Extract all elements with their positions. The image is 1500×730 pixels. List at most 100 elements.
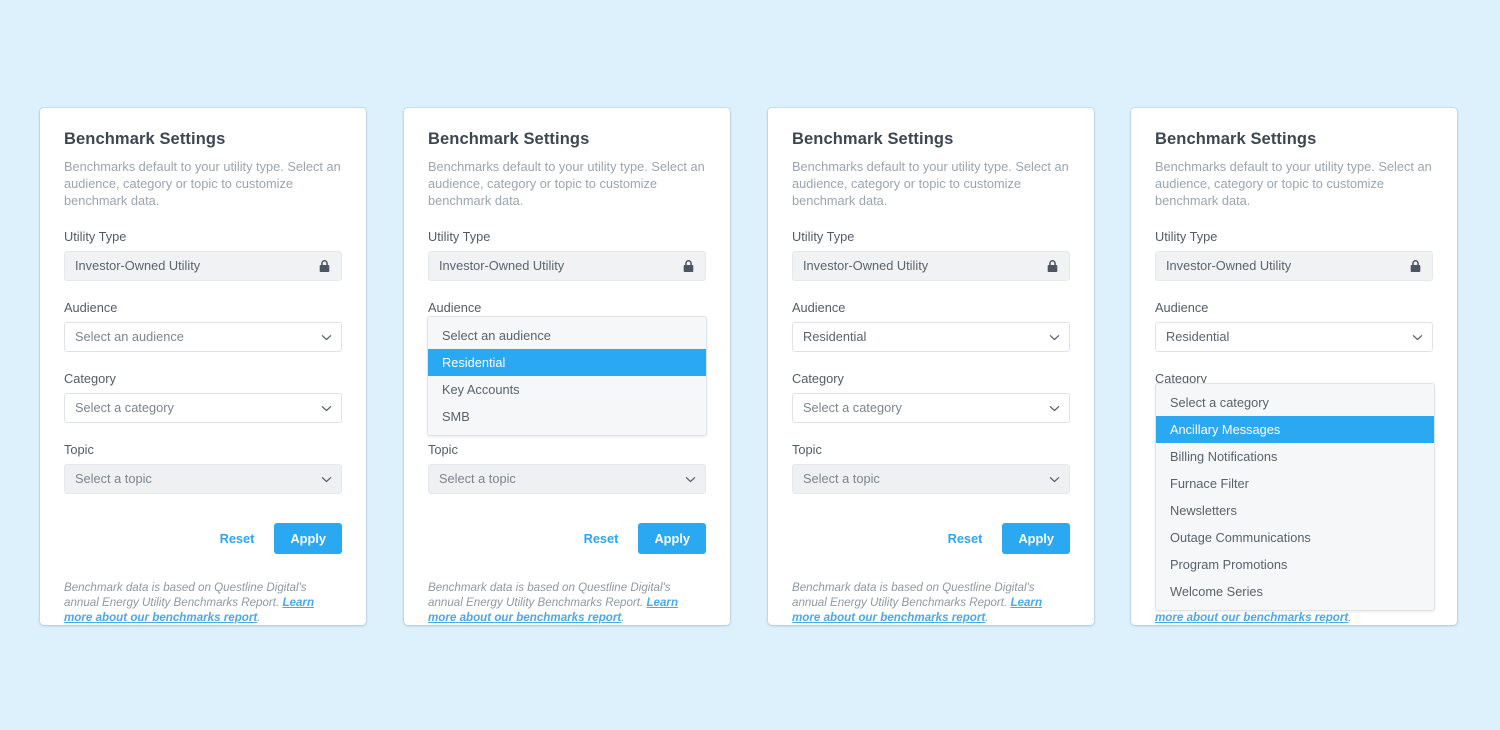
category-value: Select a category bbox=[75, 400, 174, 416]
footnote-text-before: Benchmark data is based on Questline Dig… bbox=[428, 580, 671, 610]
category-option[interactable]: Furnace Filter bbox=[1156, 470, 1434, 497]
footnote-text-after: . bbox=[257, 611, 261, 625]
field-topic: Topic Select a topic bbox=[792, 442, 1070, 494]
audience-value: Residential bbox=[803, 329, 867, 345]
topic-value: Select a topic bbox=[75, 471, 152, 487]
audience-select[interactable]: Residential bbox=[1155, 321, 1433, 352]
label-audience: Audience bbox=[792, 299, 846, 315]
category-select[interactable]: Select a category bbox=[64, 392, 342, 423]
chevron-down-icon bbox=[1049, 403, 1060, 414]
chevron-down-icon bbox=[685, 474, 696, 485]
field-topic: Topic Select a topic bbox=[64, 442, 342, 494]
chevron-down-icon bbox=[321, 403, 332, 414]
audience-select[interactable]: Select an audience bbox=[64, 321, 342, 352]
lock-icon bbox=[1409, 259, 1422, 276]
utility-type-value: Investor-Owned Utility bbox=[1166, 258, 1292, 274]
label-category: Category bbox=[792, 370, 844, 386]
chevron-down-icon bbox=[1049, 474, 1060, 485]
field-category: Category Select a category bbox=[792, 371, 1070, 423]
benchmark-settings-panel-1: Benchmark Settings Benchmarks default to… bbox=[40, 108, 366, 625]
audience-option[interactable]: Select an audience bbox=[428, 322, 706, 349]
screen: Benchmark Settings Benchmarks default to… bbox=[0, 0, 1500, 730]
category-option[interactable]: Program Promotions bbox=[1156, 551, 1434, 578]
panel-actions: Reset Apply bbox=[428, 522, 706, 554]
apply-button[interactable]: Apply bbox=[274, 522, 342, 554]
footnote-text-after: . bbox=[1348, 611, 1352, 625]
category-option[interactable]: Newsletters bbox=[1156, 497, 1434, 524]
audience-value: Residential bbox=[1166, 329, 1230, 345]
chevron-down-icon bbox=[321, 332, 332, 343]
footnote-text-before: Benchmark data is based on Questline Dig… bbox=[64, 580, 307, 610]
utility-type-field: Investor-Owned Utility bbox=[64, 250, 342, 281]
audience-option[interactable]: Key Accounts bbox=[428, 376, 706, 403]
lock-icon bbox=[1046, 259, 1059, 276]
field-utility-type: Utility Type Investor-Owned Utility bbox=[792, 229, 1070, 281]
category-select[interactable]: Select a category bbox=[792, 392, 1070, 423]
lock-icon bbox=[682, 259, 695, 276]
utility-type-field: Investor-Owned Utility bbox=[1155, 250, 1433, 281]
utility-type-field: Investor-Owned Utility bbox=[428, 250, 706, 281]
utility-type-value: Investor-Owned Utility bbox=[803, 258, 929, 274]
label-topic: Topic bbox=[64, 441, 94, 457]
label-topic: Topic bbox=[428, 441, 458, 457]
chevron-down-icon bbox=[321, 474, 332, 485]
chevron-down-icon bbox=[1412, 332, 1423, 343]
topic-select[interactable]: Select a topic bbox=[792, 463, 1070, 494]
reset-button[interactable]: Reset bbox=[580, 525, 623, 552]
category-option[interactable]: Billing Notifications bbox=[1156, 443, 1434, 470]
audience-option-selected[interactable]: Residential bbox=[428, 349, 706, 376]
category-option[interactable]: Outage Communications bbox=[1156, 524, 1434, 551]
reset-button[interactable]: Reset bbox=[944, 525, 987, 552]
label-category: Category bbox=[64, 370, 116, 386]
category-option[interactable]: Select a category bbox=[1156, 389, 1434, 416]
panel-actions: Reset Apply bbox=[792, 522, 1070, 554]
topic-select[interactable]: Select a topic bbox=[64, 463, 342, 494]
label-audience: Audience bbox=[428, 299, 482, 315]
field-audience: Audience Select an audience bbox=[64, 300, 342, 352]
panel-description: Benchmarks default to your utility type.… bbox=[1155, 159, 1432, 209]
footnote-text-after: . bbox=[621, 611, 625, 625]
lock-icon bbox=[318, 259, 331, 276]
category-option[interactable]: Welcome Series bbox=[1156, 578, 1434, 605]
footnote: Benchmark data is based on Questline Dig… bbox=[428, 580, 706, 626]
audience-dropdown-list[interactable]: Select an audience Residential Key Accou… bbox=[427, 316, 707, 436]
topic-value: Select a topic bbox=[439, 471, 516, 487]
panel-actions: Reset Apply bbox=[64, 522, 342, 554]
label-topic: Topic bbox=[792, 441, 822, 457]
apply-button[interactable]: Apply bbox=[638, 522, 706, 554]
field-utility-type: Utility Type Investor-Owned Utility bbox=[64, 229, 342, 281]
footnote-text-after: . bbox=[985, 611, 989, 625]
page-title: Benchmark Settings bbox=[64, 130, 226, 148]
category-value: Select a category bbox=[803, 400, 902, 416]
utility-type-value: Investor-Owned Utility bbox=[75, 258, 201, 274]
utility-type-field: Investor-Owned Utility bbox=[792, 250, 1070, 281]
apply-button[interactable]: Apply bbox=[1002, 522, 1070, 554]
audience-select[interactable]: Residential bbox=[792, 321, 1070, 352]
category-dropdown-list[interactable]: Select a category Ancillary Messages Bil… bbox=[1155, 383, 1435, 611]
field-audience: Audience Residential bbox=[792, 300, 1070, 352]
panel-description: Benchmarks default to your utility type.… bbox=[64, 159, 341, 209]
label-utility-type: Utility Type bbox=[1155, 228, 1218, 244]
field-topic: Topic Select a topic bbox=[428, 442, 706, 494]
panel-description: Benchmarks default to your utility type.… bbox=[792, 159, 1069, 209]
audience-option[interactable]: SMB bbox=[428, 403, 706, 430]
topic-select[interactable]: Select a topic bbox=[428, 463, 706, 494]
footnote-text-before: Benchmark data is based on Questline Dig… bbox=[792, 580, 1035, 610]
utility-type-value: Investor-Owned Utility bbox=[439, 258, 565, 274]
footnote: Benchmark data is based on Questline Dig… bbox=[64, 580, 342, 626]
label-utility-type: Utility Type bbox=[64, 228, 127, 244]
label-utility-type: Utility Type bbox=[792, 228, 855, 244]
panel-description: Benchmarks default to your utility type.… bbox=[428, 159, 705, 209]
field-utility-type: Utility Type Investor-Owned Utility bbox=[1155, 229, 1433, 281]
category-option-selected[interactable]: Ancillary Messages bbox=[1156, 416, 1434, 443]
page-title: Benchmark Settings bbox=[1155, 130, 1317, 148]
page-title: Benchmark Settings bbox=[792, 130, 954, 148]
page-title: Benchmark Settings bbox=[428, 130, 590, 148]
label-audience: Audience bbox=[1155, 299, 1209, 315]
audience-value: Select an audience bbox=[75, 329, 184, 345]
chevron-down-icon bbox=[1049, 332, 1060, 343]
reset-button[interactable]: Reset bbox=[216, 525, 259, 552]
field-audience: Audience Residential bbox=[1155, 300, 1433, 352]
field-category: Category Select a category bbox=[64, 371, 342, 423]
field-utility-type: Utility Type Investor-Owned Utility bbox=[428, 229, 706, 281]
